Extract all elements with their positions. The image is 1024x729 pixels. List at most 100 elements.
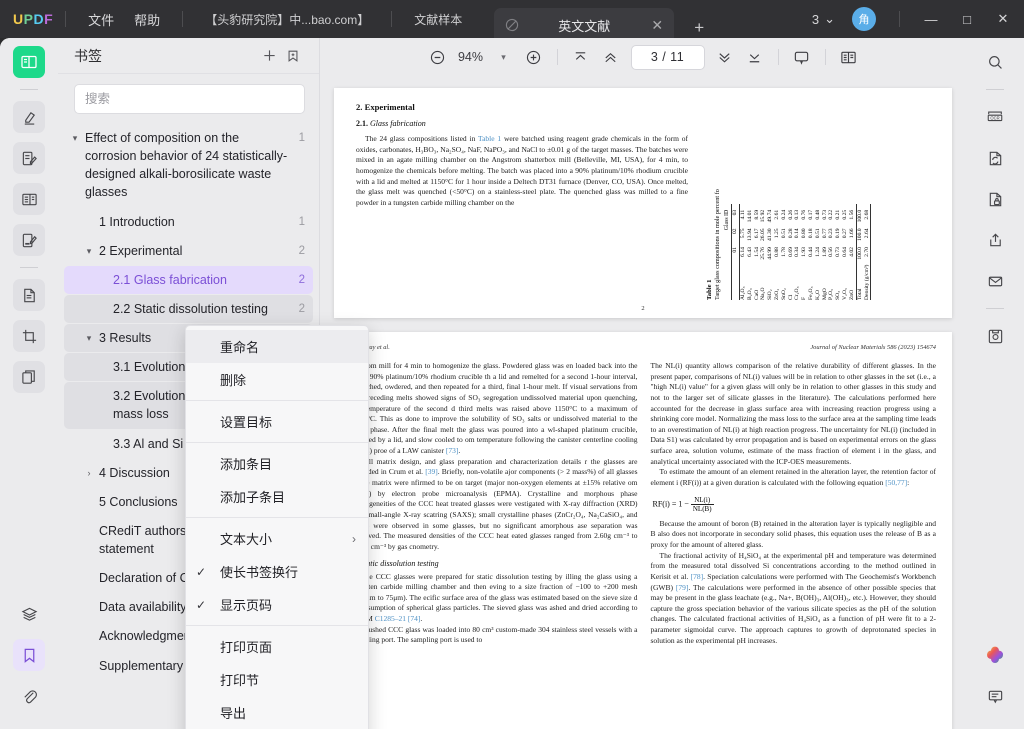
compare-icon[interactable] <box>13 361 45 393</box>
table-cell: 0.24 <box>780 209 787 220</box>
close-button[interactable]: ✕ <box>986 4 1020 34</box>
bookmark-add-icon[interactable] <box>281 44 305 68</box>
bookmark-icon[interactable] <box>13 639 45 671</box>
context-menu-item[interactable]: 设置目标 <box>186 405 368 438</box>
bookmark-item[interactable]: ▾ 2 Experimental 2 <box>64 237 313 265</box>
citation-link[interactable]: [50,77] <box>885 478 907 487</box>
table-row: SiO₂ 44.99 41.30 49.74 <box>767 204 774 300</box>
table-row-label: CaO <box>753 289 760 300</box>
save-as-icon[interactable] <box>979 320 1011 352</box>
recent-doc-chip-1[interactable]: 【头豹研究院】中...bao.com】 <box>195 7 379 32</box>
view-mode-icon[interactable] <box>788 44 816 70</box>
menu-divider <box>186 442 368 443</box>
convert-icon[interactable] <box>979 142 1011 174</box>
table-column-header: 03 <box>731 203 740 223</box>
table-row-label: ZnO <box>848 289 855 300</box>
bookmark-item[interactable]: ▾ Effect of composition on the corrosion … <box>64 124 313 207</box>
crop-icon[interactable] <box>13 320 45 352</box>
reader-icon[interactable] <box>13 46 45 78</box>
ocr-icon[interactable]: OCR <box>979 101 1011 133</box>
citation-link[interactable]: [39] <box>425 467 438 476</box>
email-icon[interactable] <box>979 265 1011 297</box>
bookmark-item[interactable]: 2.2 Static dissolution testing 2 <box>64 294 313 323</box>
table-cell: 0.22 <box>828 209 835 220</box>
context-menu-item[interactable]: 导出 <box>186 696 368 729</box>
table-row: Cl 0.69 0.28 0.26 <box>788 204 795 300</box>
context-menu-item[interactable]: ✓ 显示页码 <box>186 588 368 621</box>
table-cell: 2.61 <box>773 209 780 220</box>
comment-icon[interactable] <box>979 680 1011 712</box>
protect-icon[interactable] <box>979 183 1011 215</box>
page-organize-icon[interactable] <box>13 279 45 311</box>
minimize-button[interactable]: — <box>914 4 948 34</box>
zoom-in-icon[interactable] <box>520 44 548 70</box>
title-bar: UPDF 文件 帮助 【头豹研究院】中...bao.com】 文献样本 英文文献… <box>0 0 1024 42</box>
table-reference-link[interactable]: Table 1 <box>478 134 501 143</box>
context-menu-item[interactable]: 打印页面 <box>186 630 368 663</box>
first-page-icon[interactable] <box>567 44 595 70</box>
context-menu-item-label: 添加条目 <box>220 457 273 472</box>
context-menu-item-label: 文本大小 <box>220 532 273 547</box>
maximize-button[interactable]: □ <box>950 4 984 34</box>
edit-pdf-icon[interactable] <box>13 142 45 174</box>
add-bookmark-button[interactable] <box>257 44 281 68</box>
context-menu-item[interactable]: ✓ 使长书签换行 <box>186 555 368 588</box>
citation-link[interactable]: [73] <box>446 446 459 455</box>
next-page-icon[interactable] <box>711 44 739 70</box>
tab-english-literature[interactable]: 英文文献 ✕ <box>494 8 675 42</box>
last-page-icon[interactable] <box>741 44 769 70</box>
table-row: SO₃ 0.73 0.19 0.21 <box>835 204 842 300</box>
running-head-right: Journal of Nuclear Materials 586 (2023) … <box>810 344 936 351</box>
table-row-label: Total <box>856 259 864 300</box>
chevron-down-icon[interactable]: ▾ <box>68 129 82 145</box>
app-shell: 书签 ▾Effect of composition on the corrosi… <box>0 38 1024 729</box>
attachment-icon[interactable] <box>13 680 45 712</box>
citation-link[interactable]: C1285–21 [74] <box>375 614 421 623</box>
account-count[interactable]: 3 ⌄ <box>806 7 841 31</box>
subsection-number: 2.1. <box>356 119 368 128</box>
bookmark-item[interactable]: 1 Introduction 1 <box>64 208 313 236</box>
context-menu-item[interactable]: 重命名 <box>186 330 368 363</box>
share-icon[interactable] <box>979 224 1011 256</box>
context-menu-item[interactable]: 添加条目 <box>186 447 368 480</box>
chevron-down-icon[interactable]: ▾ <box>82 242 96 258</box>
search-icon[interactable] <box>979 46 1011 78</box>
search-input[interactable] <box>74 84 305 114</box>
new-tab-button[interactable]: + <box>688 18 710 38</box>
table-row: Fe₂O₃ 0.44 0.18 0.17 <box>808 204 815 300</box>
layers-icon[interactable] <box>13 598 45 630</box>
zoom-out-icon[interactable] <box>424 44 452 70</box>
citation-link[interactable]: [78] <box>691 572 704 581</box>
context-menu-item[interactable]: 打印节 <box>186 663 368 696</box>
context-menu-item[interactable]: 添加子条目 <box>186 480 368 513</box>
document-viewer[interactable]: 2. Experimental 2.1. Glass fabrication T… <box>320 76 966 729</box>
avatar[interactable]: 角 <box>852 7 876 31</box>
document-toolbar: 94% ▾ 3 / 11 <box>320 38 966 76</box>
dual-page-icon[interactable] <box>835 44 863 70</box>
bookmark-item[interactable]: 2.1 Glass fabrication 2 <box>64 265 313 294</box>
pdf-file-icon <box>505 18 519 32</box>
chevron-down-icon[interactable]: ▾ <box>82 329 96 345</box>
menu-help[interactable]: 帮助 <box>124 6 170 33</box>
tab-close-icon[interactable]: ✕ <box>649 17 665 34</box>
context-menu-item[interactable]: 文本大小 › <box>186 522 368 555</box>
page-number-input[interactable]: 3 / 11 <box>630 44 705 70</box>
bookmark-context-menu[interactable]: 重命名 删除设置目标添加条目添加子条目文本大小 › ✓ 使长书签换行 ✓ 显示页码打印页面打… <box>185 325 369 729</box>
table-row: Cr₂O₃ 0.34 0.14 0.13 <box>794 204 801 300</box>
chevron-right-icon[interactable]: › <box>82 464 96 480</box>
table-group-header: Glass ID <box>724 203 732 260</box>
highlighter-icon[interactable] <box>13 101 45 133</box>
prev-page-icon[interactable] <box>597 44 625 70</box>
context-menu-item[interactable]: 删除 <box>186 363 368 396</box>
ai-assistant-icon[interactable] <box>979 639 1011 671</box>
chevron-down-icon[interactable]: ▾ <box>490 44 518 70</box>
context-menu-item-label: 打印页面 <box>220 640 273 655</box>
recent-doc-chip-2[interactable]: 文献样本 <box>404 7 472 32</box>
sign-icon[interactable] <box>13 224 45 256</box>
table-cell: 0.26 <box>787 209 794 220</box>
zoom-value[interactable]: 94% <box>454 50 488 64</box>
body-paragraph: Full matrix design, and glass preparatio… <box>352 456 638 551</box>
citation-link[interactable]: [79] <box>676 583 689 592</box>
form-icon[interactable] <box>13 183 45 215</box>
menu-file[interactable]: 文件 <box>78 6 124 33</box>
